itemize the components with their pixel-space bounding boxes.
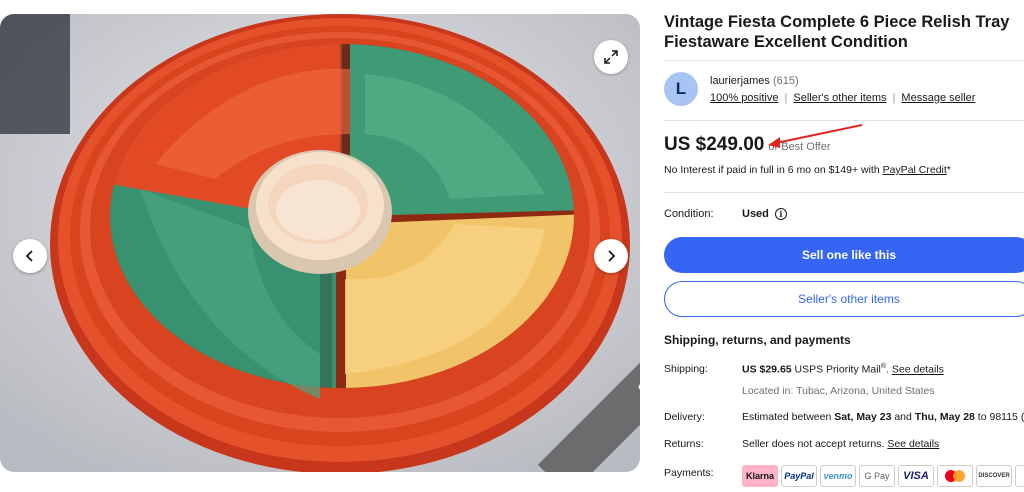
venmo-icon: venmo [820, 465, 856, 487]
delivery-row: Delivery: Estimated between Sat, May 23 … [664, 411, 1024, 423]
listing-page: SOLD Vintage Fiesta Complete 6 Piece Rel… [0, 0, 1024, 492]
visa-icon: VISA [898, 465, 934, 487]
condition-label: Condition: [664, 208, 714, 220]
returns-value: Seller does not accept returns. See deta… [742, 438, 939, 450]
info-icon[interactable]: i [774, 208, 787, 220]
returns-label: Returns: [664, 438, 704, 450]
shipping-row: Shipping: US $29.65 USPS Priority Mail®.… [664, 363, 1024, 376]
mastercard-icon [937, 465, 973, 487]
financing-text: No Interest if paid in full in 6 mo on $… [664, 164, 951, 176]
returns-text: Seller does not accept returns. [742, 438, 888, 450]
expand-icon [604, 50, 618, 64]
delivery-suffix: to 98115 ( [974, 411, 1024, 423]
red-arrow-annotation [768, 124, 863, 148]
image-gallery[interactable]: SOLD [0, 14, 640, 472]
divider [664, 192, 1024, 193]
delivery-label: Delivery: [664, 411, 705, 423]
paypal-credit-link[interactable]: PayPal Credit [883, 164, 947, 176]
item-info-panel: Vintage Fiesta Complete 6 Piece Relish T… [664, 12, 1024, 487]
delivery-end: Thu, May 28 [914, 411, 975, 423]
paypal-icon: PayPal [781, 465, 817, 487]
shipping-service: USPS Priority Mail [791, 363, 881, 376]
condition-value: Used [742, 208, 769, 220]
expand-button[interactable] [594, 40, 628, 74]
payments-label: Payments: [664, 467, 714, 479]
discover-icon: DISCOVER [976, 465, 1012, 487]
payments-row: Payments: Klarna PayPal venmo G Pay VISA… [664, 465, 1024, 487]
sell-one-like-this-button[interactable]: Sell one like this [664, 237, 1024, 273]
delivery-value: Estimated between Sat, May 23 and Thu, M… [742, 411, 1024, 423]
returns-see-details-link[interactable]: See details [887, 438, 939, 450]
sellers-other-items-button[interactable]: Seller's other items [664, 281, 1024, 317]
financing-suffix: * [946, 164, 951, 176]
chevron-left-icon [25, 250, 33, 262]
returns-row: Returns: Seller does not accept returns.… [664, 438, 1024, 450]
shipping-cost: US $29.65 [742, 363, 792, 376]
delivery-start: Sat, May 23 [834, 411, 892, 423]
google-pay-icon: G Pay [859, 465, 895, 487]
item-location: Located in: Tubac, Arizona, United State… [742, 385, 935, 397]
delivery-prefix: Estimated between [742, 411, 835, 423]
klarna-icon: Klarna [742, 465, 778, 487]
delivery-and: and [891, 411, 915, 423]
shipping-label: Shipping: [664, 363, 708, 375]
more-payments-icon [1015, 465, 1024, 487]
payment-methods: Klarna PayPal venmo G Pay VISA DISCOVER [742, 465, 1024, 487]
previous-image-button[interactable] [13, 239, 47, 273]
shipping-see-details-link[interactable]: See details [892, 364, 944, 376]
condition-row: Condition: Used i [664, 208, 1024, 220]
product-photo [0, 14, 640, 472]
separator: | [892, 92, 896, 104]
shipping-section-heading: Shipping, returns, and payments [664, 333, 851, 347]
financing-prefix: No Interest if paid in full in 6 mo on $… [664, 164, 883, 176]
next-image-button[interactable] [594, 239, 628, 273]
chevron-right-icon [608, 250, 616, 262]
message-seller-link[interactable]: Message seller [901, 92, 975, 104]
shipping-value: US $29.65 USPS Priority Mail®. See detai… [742, 363, 944, 376]
